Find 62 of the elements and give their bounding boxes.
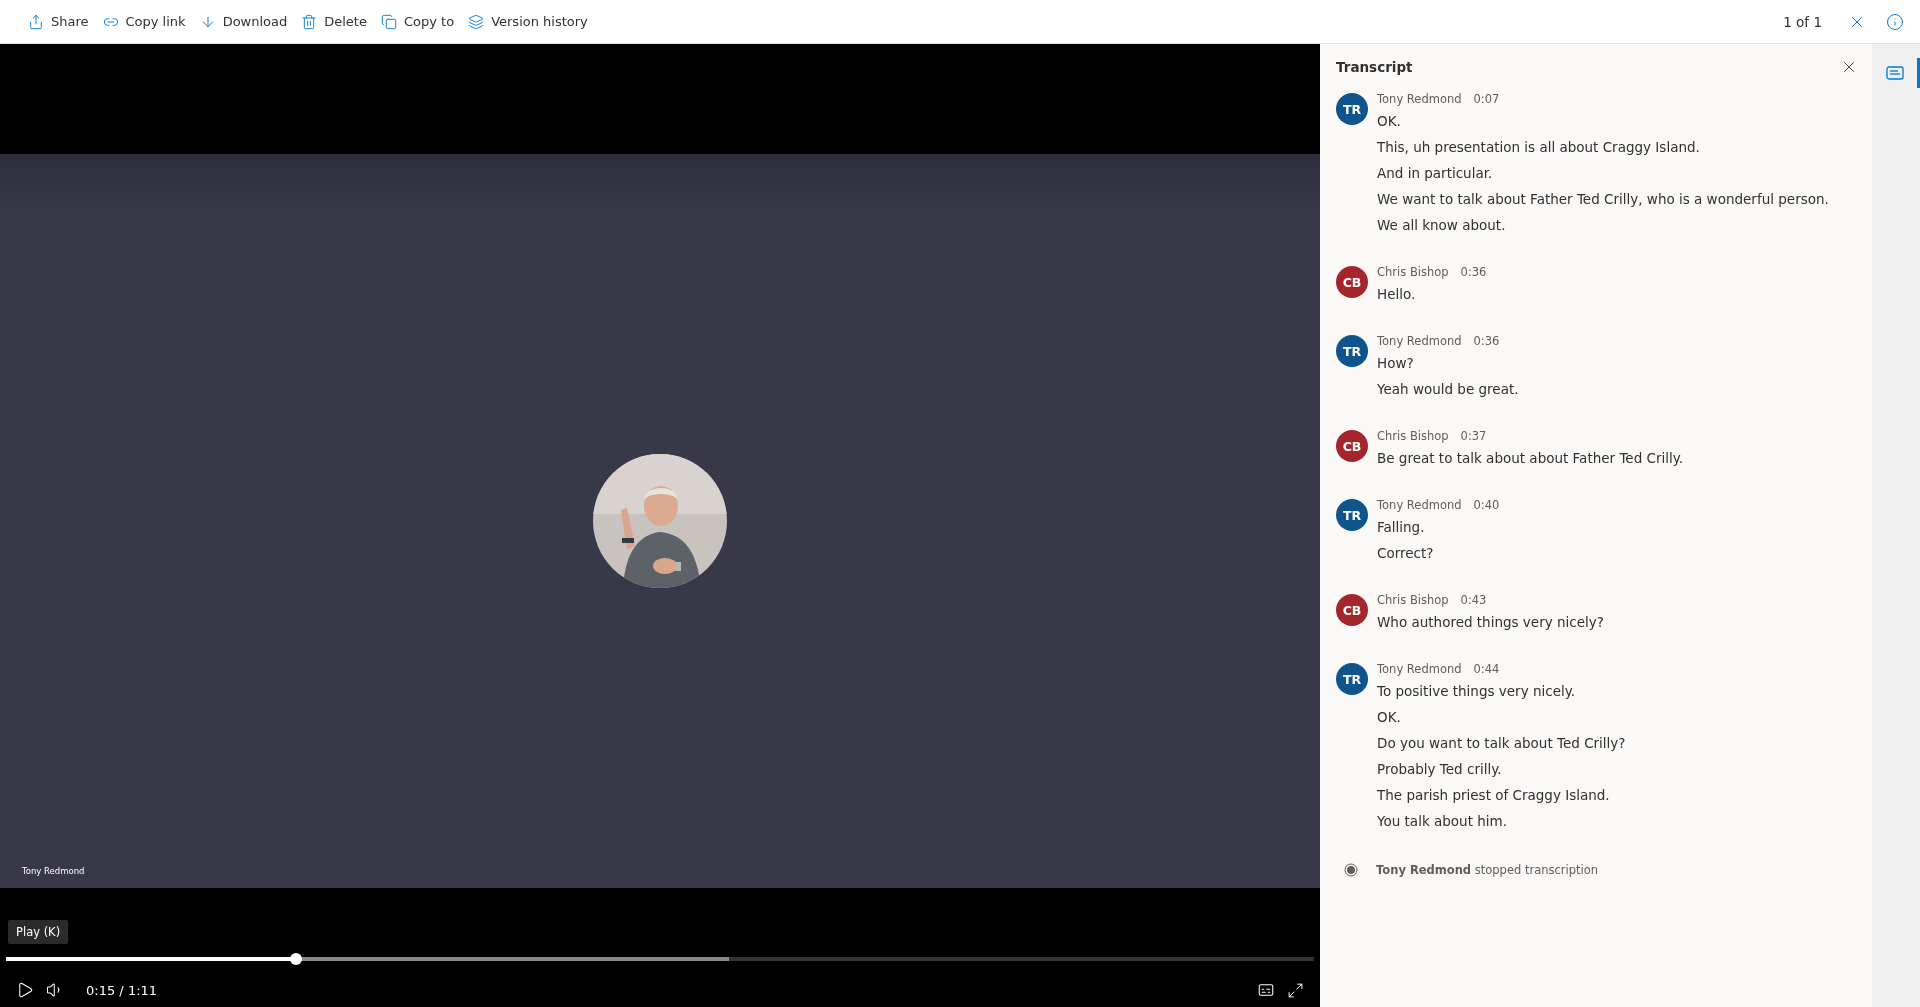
transcript-line: How?: [1377, 354, 1415, 373]
timestamp: 0:07: [1473, 91, 1500, 108]
info-icon: [1886, 12, 1904, 31]
record-icon: [1344, 863, 1358, 877]
fullscreen-button[interactable]: [1287, 981, 1304, 999]
speaker-name: Tony Redmond: [1377, 661, 1462, 678]
speaker-avatar: CB: [1336, 594, 1368, 626]
transcript-line: OK.: [1377, 112, 1402, 131]
transcript-line: Yeah would be great.: [1377, 380, 1519, 399]
progress-thumb[interactable]: [290, 953, 303, 965]
timestamp: 0:36: [1460, 264, 1487, 281]
transcript-line: You talk about him.: [1377, 812, 1508, 831]
panel-title: Transcript: [1336, 59, 1413, 75]
download-button[interactable]: Download: [193, 7, 294, 36]
transcript-line: This, uh presentation is all about Craggy Island.: [1377, 138, 1701, 157]
speaker-name: Chris Bishop: [1377, 264, 1449, 281]
speaker-name: Tony Redmond: [1377, 91, 1462, 108]
speaker-avatar: CB: [1336, 266, 1368, 298]
copy-icon: [380, 13, 397, 30]
transcript-line: We all know about.: [1377, 216, 1507, 235]
transcript-line: And in particular.: [1377, 164, 1494, 183]
timestamp: 0:44: [1473, 661, 1500, 678]
copy-button[interactable]: Copy to: [374, 7, 461, 36]
history-icon: [468, 13, 485, 30]
transcript-line: Do you want to talk about Ted Crilly?: [1377, 734, 1626, 753]
speaker-name: Tony Redmond: [1377, 497, 1462, 514]
tooltip: Play (K): [8, 920, 69, 944]
time-display: 0:15 / 1:11: [86, 982, 158, 998]
play-button[interactable]: [16, 981, 34, 999]
transcript-line: We want to talk about Father Ted Crilly, who is a wonderful person.: [1377, 190, 1829, 209]
timestamp: 0:36: [1473, 333, 1500, 350]
transcription-event: Tony Redmond stopped transcription: [1376, 863, 1599, 877]
transcript-line: Who authored things very nicely?: [1377, 613, 1604, 632]
share-button[interactable]: Share: [22, 7, 95, 36]
transcript-icon: [1885, 66, 1904, 80]
history-button[interactable]: Version history: [462, 7, 594, 36]
delete-button[interactable]: Delete: [295, 7, 373, 36]
transcript-line: Correct?: [1377, 544, 1435, 563]
transcript-line: Probably Ted crilly.: [1377, 760, 1503, 779]
timestamp: 0:37: [1460, 428, 1487, 445]
speaker-avatar: TR: [1336, 335, 1368, 367]
file-counter: 1 of 1: [1783, 13, 1822, 30]
transcript-line: Falling.: [1377, 518, 1426, 537]
speaker-avatar: TR: [1336, 499, 1368, 531]
speaker-name: Chris Bishop: [1377, 428, 1449, 445]
speaker-name: Chris Bishop: [1377, 592, 1449, 609]
timestamp: 0:43: [1460, 592, 1487, 609]
transcript-line: OK.: [1377, 708, 1402, 727]
link-button[interactable]: Copy link: [96, 7, 192, 36]
delete-icon: [301, 13, 318, 30]
participant-name: Tony Redmond: [22, 866, 85, 876]
transcript-line: The parish priest of Craggy Island.: [1377, 786, 1611, 805]
transcript-line: Be great to talk about about Father Ted Crilly.: [1377, 449, 1684, 468]
timestamp: 0:40: [1473, 497, 1500, 514]
speaker-avatar: TR: [1336, 663, 1368, 695]
transcript-line: To positive things very nicely.: [1377, 682, 1577, 701]
speaker-avatar: TR: [1336, 93, 1368, 125]
speaker-name: Tony Redmond: [1377, 333, 1462, 350]
share-icon: [28, 13, 44, 30]
captions-button[interactable]: [1257, 981, 1275, 999]
speaker-avatar: CB: [1336, 430, 1368, 462]
transcript-line: Hello.: [1377, 285, 1417, 304]
